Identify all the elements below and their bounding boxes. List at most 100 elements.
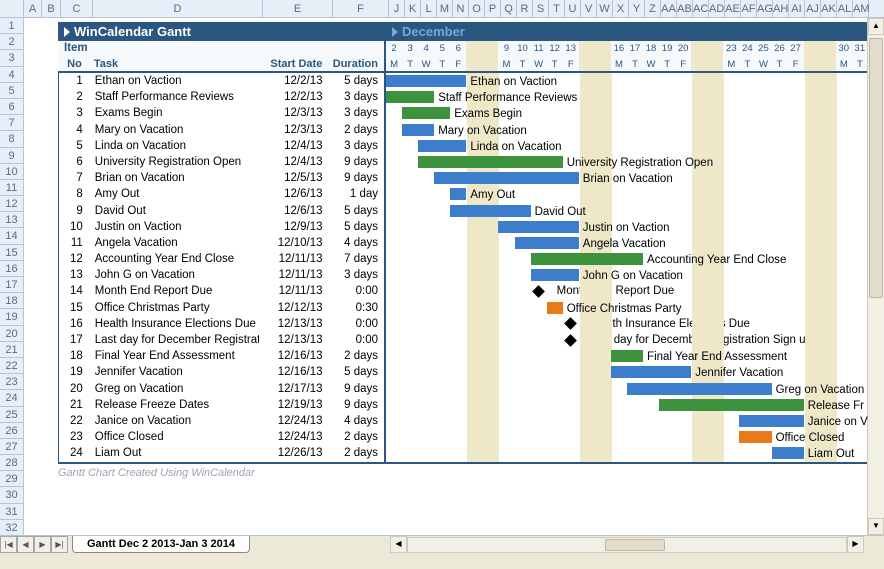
- row-header[interactable]: 14: [0, 228, 23, 244]
- col-header[interactable]: AH: [773, 0, 789, 17]
- col-header[interactable]: Z: [645, 0, 661, 17]
- row-header[interactable]: 11: [0, 180, 23, 196]
- scroll-track[interactable]: [407, 537, 847, 553]
- row-header[interactable]: 20: [0, 326, 23, 342]
- col-header[interactable]: T: [549, 0, 565, 17]
- cell-start: 12/6/13: [259, 186, 328, 202]
- sheet-tab[interactable]: Gantt Dec 2 2013-Jan 3 2014: [72, 536, 250, 553]
- col-header[interactable]: P: [485, 0, 501, 17]
- row-header[interactable]: 9: [0, 148, 23, 164]
- col-header[interactable]: L: [421, 0, 437, 17]
- task-left: 8Amy Out12/6/131 day: [59, 186, 386, 202]
- day-number: 5: [434, 41, 450, 57]
- col-header[interactable]: AM: [853, 0, 869, 17]
- expand-icon[interactable]: [64, 27, 70, 37]
- weekend-shade: [804, 57, 836, 72]
- col-header[interactable]: AK: [821, 0, 837, 17]
- col-header[interactable]: V: [581, 0, 597, 17]
- col-header[interactable]: AA: [661, 0, 677, 17]
- cell-no: 13: [59, 267, 91, 283]
- col-header[interactable]: AI: [789, 0, 805, 17]
- scroll-thumb[interactable]: [605, 539, 665, 551]
- horizontal-scrollbar[interactable]: ◀ ▶: [390, 536, 864, 553]
- row-header[interactable]: 29: [0, 471, 23, 487]
- corner-cell[interactable]: [0, 0, 24, 17]
- cell-start: 12/19/13: [259, 397, 328, 413]
- row-header[interactable]: 13: [0, 212, 23, 228]
- col-header[interactable]: D: [93, 0, 263, 17]
- scroll-up-icon[interactable]: ▲: [868, 18, 884, 35]
- row-header[interactable]: 23: [0, 374, 23, 390]
- row-header[interactable]: 5: [0, 83, 23, 99]
- day-weekday: M: [611, 57, 627, 72]
- task-left: 9David Out12/6/135 days: [59, 203, 386, 219]
- col-header[interactable]: AF: [741, 0, 757, 17]
- col-header[interactable]: F: [333, 0, 389, 17]
- col-header[interactable]: Q: [501, 0, 517, 17]
- row-header[interactable]: 8: [0, 131, 23, 147]
- day-number: 18: [643, 41, 659, 57]
- col-header[interactable]: U: [565, 0, 581, 17]
- col-header[interactable]: O: [469, 0, 485, 17]
- row-header[interactable]: 25: [0, 407, 23, 423]
- worksheet[interactable]: WinCalendar Gantt December Item 23456789…: [24, 18, 884, 535]
- row-header[interactable]: 28: [0, 455, 23, 471]
- row-header[interactable]: 26: [0, 423, 23, 439]
- col-header[interactable]: AD: [709, 0, 725, 17]
- row-header[interactable]: 6: [0, 99, 23, 115]
- col-header[interactable]: Y: [629, 0, 645, 17]
- scroll-down-icon[interactable]: ▼: [868, 518, 884, 535]
- tab-last-icon[interactable]: ▶|: [51, 536, 68, 553]
- row-header[interactable]: 31: [0, 504, 23, 520]
- col-header[interactable]: AB: [677, 0, 693, 17]
- vertical-scrollbar[interactable]: ▲ ▼: [867, 18, 884, 535]
- row-header[interactable]: 2: [0, 34, 23, 50]
- col-header[interactable]: AE: [725, 0, 741, 17]
- col-header[interactable]: W: [597, 0, 613, 17]
- gantt-chart: WinCalendar Gantt December Item 23456789…: [58, 22, 868, 464]
- tab-first-icon[interactable]: |◀: [0, 536, 17, 553]
- tab-prev-icon[interactable]: ◀: [17, 536, 34, 553]
- table-row: 7Brian on Vacation12/5/139 daysBrian on …: [59, 170, 868, 186]
- col-header[interactable]: AJ: [805, 0, 821, 17]
- col-header[interactable]: J: [389, 0, 405, 17]
- row-header[interactable]: 18: [0, 293, 23, 309]
- row-header[interactable]: 24: [0, 390, 23, 406]
- scroll-thumb[interactable]: [869, 38, 883, 298]
- col-header[interactable]: N: [453, 0, 469, 17]
- col-header[interactable]: X: [613, 0, 629, 17]
- row-header[interactable]: 32: [0, 520, 23, 536]
- col-header[interactable]: M: [437, 0, 453, 17]
- row-header[interactable]: 15: [0, 245, 23, 261]
- col-header[interactable]: K: [405, 0, 421, 17]
- col-header[interactable]: C: [61, 0, 93, 17]
- row-header[interactable]: 22: [0, 358, 23, 374]
- row-header[interactable]: 16: [0, 261, 23, 277]
- col-header[interactable]: AC: [693, 0, 709, 17]
- col-header[interactable]: A: [24, 0, 42, 17]
- scroll-right-icon[interactable]: ▶: [847, 536, 864, 553]
- row-header[interactable]: 27: [0, 439, 23, 455]
- row-header[interactable]: 1: [0, 18, 23, 34]
- row-header[interactable]: 21: [0, 342, 23, 358]
- row-header[interactable]: 12: [0, 196, 23, 212]
- cell-task: David Out: [91, 203, 259, 219]
- row-header[interactable]: 4: [0, 67, 23, 83]
- task-left: 14Month End Report Due12/11/130:00: [59, 283, 386, 299]
- tab-next-icon[interactable]: ▶: [34, 536, 51, 553]
- col-header[interactable]: AL: [837, 0, 853, 17]
- row-header[interactable]: 30: [0, 487, 23, 503]
- col-header[interactable]: R: [517, 0, 533, 17]
- col-header[interactable]: AG: [757, 0, 773, 17]
- col-header[interactable]: E: [263, 0, 333, 17]
- row-header[interactable]: 10: [0, 164, 23, 180]
- expand-icon[interactable]: [392, 27, 398, 37]
- row-header[interactable]: 17: [0, 277, 23, 293]
- row-header[interactable]: 7: [0, 115, 23, 131]
- col-header[interactable]: S: [533, 0, 549, 17]
- row-header[interactable]: 19: [0, 309, 23, 325]
- scroll-left-icon[interactable]: ◀: [390, 536, 407, 553]
- row-header[interactable]: 3: [0, 50, 23, 66]
- cell-dur: 4 days: [329, 413, 385, 429]
- col-header[interactable]: B: [42, 0, 61, 17]
